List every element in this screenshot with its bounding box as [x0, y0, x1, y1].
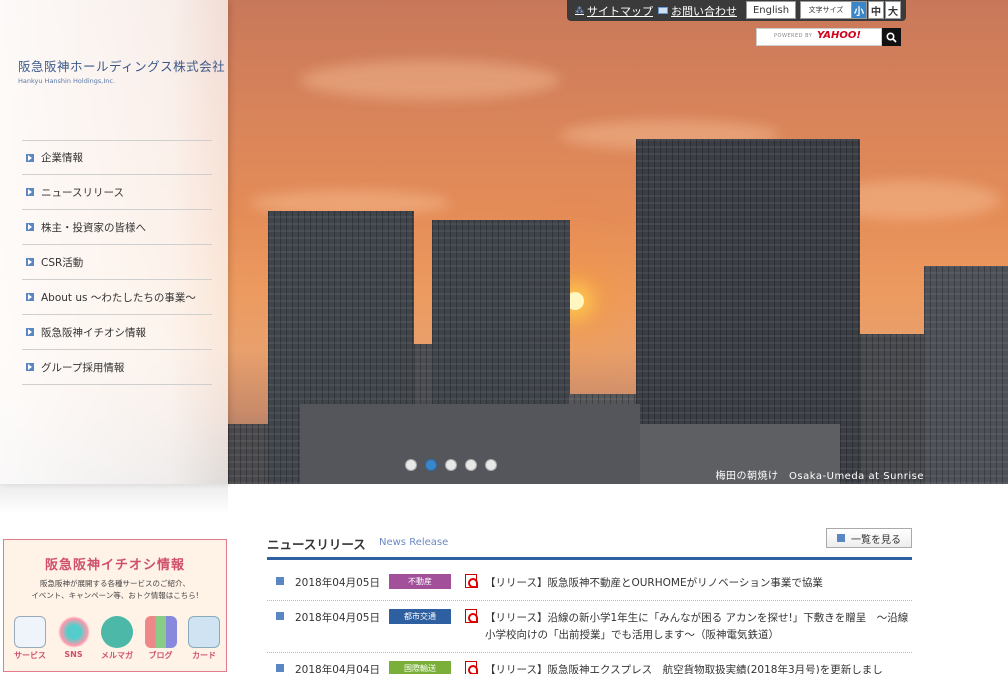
sitemap-icon: ⁂	[575, 5, 584, 16]
slide-dot-4[interactable]	[465, 459, 477, 471]
nav-item-label: 株主・投資家の皆様へ	[41, 221, 146, 234]
sitemap-label: サイトマップ	[587, 4, 653, 18]
news-date: 2018年04月05日	[295, 577, 380, 589]
nav-item-label: 企業情報	[41, 152, 83, 164]
sidebar: 阪急阪神ホールディングス株式会社 Hankyu Hanshin Holdings…	[0, 0, 228, 484]
nav-item-pickup[interactable]: 阪急阪神イチオシ情報	[22, 315, 212, 350]
nav-item-label: ニュースリリース	[41, 186, 124, 199]
nav-item-investors[interactable]: 株主・投資家の皆様へ	[22, 210, 212, 245]
pdf-icon	[465, 661, 478, 674]
nav-item-recruit[interactable]: グループ採用情報	[22, 350, 212, 385]
nav-item-label: グループ採用情報	[41, 361, 125, 374]
banner-icon-label: メルマガ	[101, 651, 133, 660]
news-title-en: News Release	[379, 537, 449, 548]
news-item[interactable]: 2018年04月05日 不動産 【リリース】阪急阪神不動産とOURHOMEがリノ…	[267, 566, 912, 601]
slide-dot-2[interactable]	[425, 459, 437, 471]
font-size-small-button[interactable]: 小	[851, 1, 867, 19]
banner-icons: サービス SNS メルマガ ブログ カード	[12, 616, 222, 661]
contact-label: お問い合わせ	[671, 4, 737, 18]
blog-icon: ブログ	[143, 616, 179, 661]
banner-icon-label: サービス	[14, 651, 46, 660]
slide-dot-5[interactable]	[485, 459, 497, 471]
arrow-icon	[26, 363, 34, 371]
arrow-icon	[26, 293, 34, 301]
news-category-badge: 都市交通	[389, 609, 451, 624]
service-icon: サービス	[12, 616, 48, 661]
banner-title: 阪急阪神イチオシ情報	[44, 558, 185, 573]
search-icon	[886, 31, 897, 43]
nav-item-news[interactable]: ニュースリリース	[22, 175, 212, 210]
slide-indicators	[405, 459, 497, 471]
view-all-button[interactable]: 一覧を見る	[826, 528, 912, 548]
arrow-icon	[26, 153, 34, 162]
arrow-icon	[26, 258, 34, 266]
pdf-icon	[465, 609, 478, 623]
pdf-icon	[465, 574, 478, 588]
arrow-icon	[26, 328, 34, 336]
arrow-icon	[26, 223, 34, 231]
arrow-icon	[276, 612, 284, 620]
arrow-icon	[26, 188, 34, 196]
news-list: 2018年04月05日 不動産 【リリース】阪急阪神不動産とOURHOMEがリノ…	[267, 566, 912, 674]
banner-icon-label: カード	[192, 651, 216, 660]
nav-item-label: About us ～わたしたちの事業～	[41, 291, 196, 304]
mail-icon	[658, 7, 668, 14]
nav-item-about[interactable]: About us ～わたしたちの事業～	[22, 280, 212, 315]
news-header: ニュースリリース News Release 一覧を見る	[267, 528, 912, 560]
search-powered-by: POWERED BY	[774, 33, 813, 39]
arrow-icon	[276, 577, 284, 585]
sidebar-shadow	[0, 484, 228, 514]
banner-subtitle-line1: 阪急阪神が展開する各種サービスのご紹介、	[40, 579, 190, 588]
news-category-badge: 国際輸送	[389, 661, 451, 674]
view-all-label: 一覧を見る	[851, 534, 901, 546]
news-link[interactable]: 【リリース】阪急阪神不動産とOURHOMEがリノベーション事業で協業	[485, 575, 912, 592]
nav-item-corporate[interactable]: 企業情報	[22, 140, 212, 175]
banner-icon-label: ブログ	[148, 651, 173, 660]
banner-subtitle-line2: イベント、キャンペーン等、おトク情報はこちら!	[31, 591, 199, 600]
search-input[interactable]: POWERED BY YAHOO!	[756, 28, 882, 46]
font-size-label: 文字サイズ	[800, 1, 852, 19]
company-logo-name-en: Hankyu Hanshin Holdings,Inc.	[18, 77, 116, 85]
news-date: 2018年04月05日	[295, 612, 380, 624]
news-item[interactable]: 2018年04月05日 都市交通 【リリース】沿線の新小学1年生に「みんなが困る…	[267, 601, 912, 653]
news-title: ニュースリリース	[267, 537, 366, 552]
english-button[interactable]: English	[746, 1, 796, 19]
banner-subtitle: 阪急阪神が展開する各種サービスのご紹介、 イベント、キャンペーン等、おトク情報は…	[4, 578, 226, 602]
card-icon: カード	[186, 616, 222, 661]
search-button[interactable]	[882, 28, 901, 46]
arrow-icon	[837, 534, 845, 542]
mail-icon: メルマガ	[99, 616, 135, 661]
font-size-medium-button[interactable]: 中	[868, 1, 884, 19]
company-logo-name[interactable]: 阪急阪神ホールディングス株式会社	[18, 56, 225, 75]
sns-icon: SNS	[56, 616, 92, 661]
nav-item-csr[interactable]: CSR活動	[22, 245, 212, 280]
hero-caption: 梅田の朝焼け Osaka-Umeda at Sunrise	[715, 471, 924, 482]
sitemap-link[interactable]: ⁂ サイトマップ	[575, 3, 653, 19]
slide-dot-1[interactable]	[405, 459, 417, 471]
nav-item-label: CSR活動	[41, 256, 84, 269]
main-nav: 企業情報 ニュースリリース 株主・投資家の皆様へ CSR活動 About us …	[22, 140, 212, 385]
pickup-banner[interactable]: 阪急阪神イチオシ情報 阪急阪神が展開する各種サービスのご紹介、 イベント、キャン…	[3, 539, 227, 672]
contact-link[interactable]: お問い合わせ	[653, 3, 737, 19]
nav-item-label: 阪急阪神イチオシ情報	[41, 326, 146, 339]
search-brand-logo: YAHOO!	[817, 30, 861, 41]
news-date: 2018年04月04日	[295, 664, 380, 674]
arrow-icon	[276, 664, 284, 672]
news-link[interactable]: 【リリース】沿線の新小学1年生に「みんなが困る アカンを探せ!」下敷きを贈呈 ～…	[485, 610, 912, 644]
news-item[interactable]: 2018年04月04日 国際輸送 【リリース】阪急阪神エクスプレス 航空貨物取扱…	[267, 653, 912, 674]
font-size-large-button[interactable]: 大	[885, 1, 901, 19]
slide-dot-3[interactable]	[445, 459, 457, 471]
news-category-badge: 不動産	[389, 574, 451, 589]
banner-icon-label: SNS	[64, 650, 83, 659]
news-link[interactable]: 【リリース】阪急阪神エクスプレス 航空貨物取扱実績(2018年3月号)を更新しま…	[485, 662, 912, 674]
